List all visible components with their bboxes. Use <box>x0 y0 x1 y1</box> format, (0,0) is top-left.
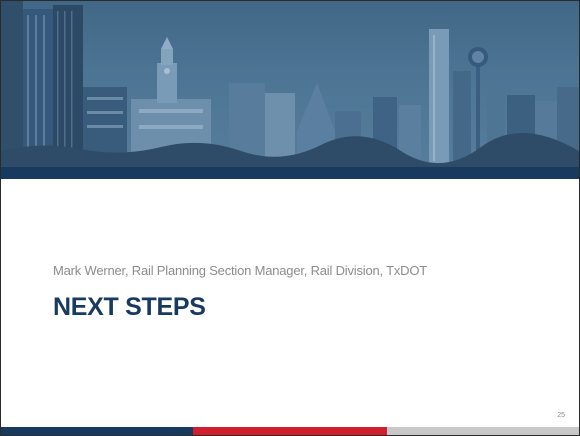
slide-title: NEXT STEPS <box>53 293 206 321</box>
skyline-banner-image <box>1 1 579 167</box>
skyline-illustration <box>1 1 579 167</box>
page-number: 25 <box>557 412 565 419</box>
footer-bar-navy <box>1 427 193 435</box>
footer-bar-gray <box>387 427 579 435</box>
slide: Mark Werner, Rail Planning Section Manag… <box>0 0 580 436</box>
banner-divider <box>1 167 579 179</box>
presenter-subtitle: Mark Werner, Rail Planning Section Manag… <box>53 263 427 278</box>
footer-bar-red <box>193 427 387 435</box>
